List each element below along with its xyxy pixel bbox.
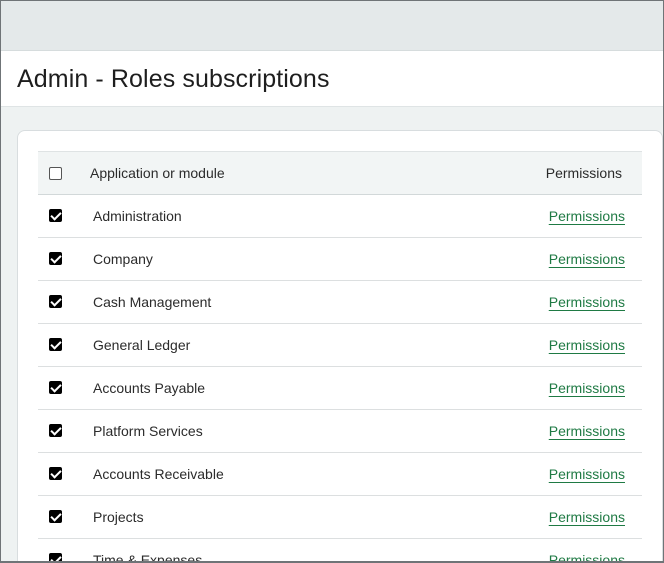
table-row: Administration Permissions (38, 195, 642, 238)
module-name: Platform Services (93, 423, 203, 439)
table-row: Accounts Payable Permissions (38, 367, 642, 410)
module-name: General Ledger (93, 337, 191, 353)
page-title: Admin - Roles subscriptions (17, 65, 330, 93)
module-name: Accounts Payable (93, 380, 206, 396)
table-row: Platform Services Permissions (38, 410, 642, 453)
row-checkbox[interactable] (49, 510, 62, 523)
table-row: Accounts Receivable Permissions (38, 453, 642, 496)
permissions-link[interactable]: Permissions (549, 423, 625, 439)
table-row: Cash Management Permissions (38, 281, 642, 324)
module-name: Administration (93, 208, 182, 224)
subscriptions-card: Application or module Permissions Admini… (17, 130, 663, 561)
column-header-module: Application or module (90, 165, 225, 181)
permissions-link[interactable]: Permissions (549, 251, 625, 267)
select-all-checkbox[interactable] (49, 167, 62, 180)
subscriptions-table: Application or module Permissions Admini… (38, 151, 642, 561)
row-checkbox[interactable] (49, 467, 62, 480)
column-header-permissions: Permissions (545, 165, 622, 181)
row-checkbox[interactable] (49, 424, 62, 437)
permissions-link[interactable]: Permissions (549, 208, 625, 224)
row-checkbox[interactable] (49, 295, 62, 308)
table-header: Application or module Permissions (38, 151, 642, 195)
module-name: Company (93, 251, 153, 267)
row-checkbox[interactable] (49, 553, 62, 561)
row-checkbox[interactable] (49, 252, 62, 265)
module-name: Time & Expenses (93, 552, 203, 561)
table-row: Time & Expenses Permissions (38, 539, 642, 561)
module-name: Cash Management (93, 294, 212, 310)
permissions-link[interactable]: Permissions (549, 509, 625, 525)
module-name: Accounts Receivable (93, 466, 224, 482)
permissions-link[interactable]: Permissions (549, 294, 625, 310)
permissions-link[interactable]: Permissions (549, 337, 625, 353)
row-checkbox[interactable] (49, 338, 62, 351)
table-row: General Ledger Permissions (38, 324, 642, 367)
permissions-link[interactable]: Permissions (549, 380, 625, 396)
row-checkbox[interactable] (49, 381, 62, 394)
app-window: Admin - Roles subscriptions Application … (1, 1, 663, 561)
row-checkbox[interactable] (49, 209, 62, 222)
permissions-link[interactable]: Permissions (549, 552, 625, 561)
table-row: Company Permissions (38, 238, 642, 281)
module-name: Projects (93, 509, 144, 525)
table-row: Projects Permissions (38, 496, 642, 539)
top-bar (1, 1, 663, 51)
permissions-link[interactable]: Permissions (549, 466, 625, 482)
page-header: Admin - Roles subscriptions (1, 51, 663, 107)
